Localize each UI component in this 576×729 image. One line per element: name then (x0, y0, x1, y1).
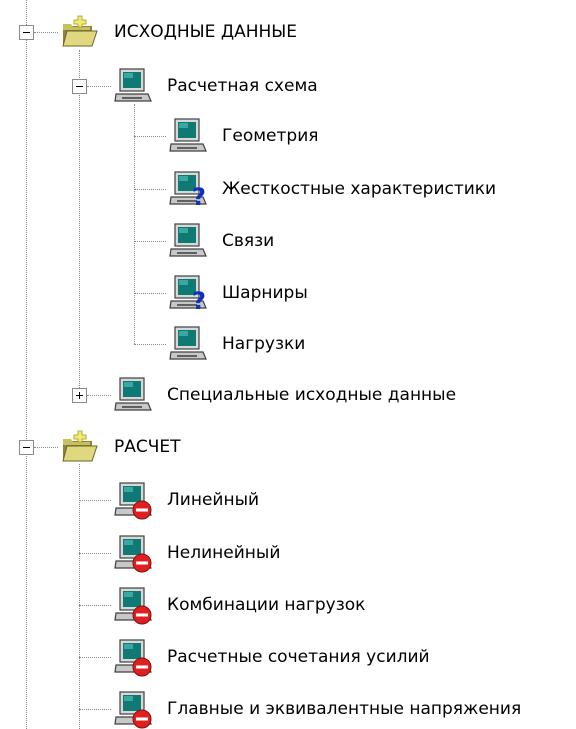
tree-connector (134, 344, 166, 345)
collapse-toggle-source-data[interactable] (19, 25, 34, 40)
computer-stop-icon (114, 535, 152, 573)
tree-node-design-scheme[interactable]: Расчетная схема (113, 66, 318, 106)
tree-node-label: Связи (222, 231, 275, 251)
open-folder-icon (62, 430, 98, 462)
tree-node-label: Жесткостные характеристики (222, 179, 497, 199)
open-folder-icon (62, 15, 98, 47)
tree-connector (79, 709, 111, 710)
tree-connector (134, 241, 166, 242)
tree-node-hinges[interactable]: ? Шарниры (168, 273, 308, 313)
tree-node-stiffness[interactable]: ? Жесткостные характеристики (168, 169, 496, 209)
tree-node-label: ИСХОДНЫЕ ДАННЫЕ (114, 22, 298, 42)
tree-node-label: Главные и эквивалентные напряжения (167, 699, 522, 719)
tree-node-source-data[interactable]: ИСХОДНЫЕ ДАННЫЕ (60, 12, 297, 52)
computer-icon (169, 223, 207, 257)
expand-toggle-special-data[interactable] (72, 388, 87, 403)
tree-connector (79, 553, 111, 554)
tree-node-label: Шарниры (222, 283, 308, 303)
computer-stop-icon (114, 691, 152, 729)
tree-node-label: РАСЧЕТ (114, 437, 181, 457)
tree-node-principal-stresses[interactable]: Главные и эквивалентные напряжения (113, 689, 521, 729)
tree-connector (79, 50, 80, 396)
tree-connector (79, 500, 111, 501)
tree-node-special-data[interactable]: Специальные исходные данные (113, 375, 456, 415)
tree-connector (79, 657, 111, 658)
tree-node-geometry[interactable]: Геометрия (168, 116, 318, 156)
computer-question-icon: ? (169, 171, 207, 209)
tree-connector (134, 293, 166, 294)
tree-node-force-combinations[interactable]: Расчетные сочетания усилий (113, 637, 430, 677)
computer-stop-icon (114, 587, 152, 625)
tree-node-label: Расчетные сочетания усилий (167, 647, 430, 667)
tree-node-label: Геометрия (222, 126, 319, 146)
tree-node-linear[interactable]: Линейный (113, 480, 259, 520)
tree-connector (26, 0, 27, 729)
tree-node-label: Специальные исходные данные (167, 385, 457, 405)
tree-connector (134, 104, 135, 344)
computer-icon (114, 68, 152, 102)
computer-stop-icon (114, 482, 152, 520)
tree-connector (134, 189, 166, 190)
tree-connector (79, 464, 80, 729)
tree-connector (79, 605, 111, 606)
tree-connector (34, 32, 58, 33)
tree-node-loads[interactable]: Нагрузки (168, 324, 305, 364)
tree-node-constraints[interactable]: Связи (168, 221, 274, 261)
svg-text:?: ? (192, 183, 206, 209)
tree-node-label: Нагрузки (222, 334, 306, 354)
computer-question-icon: ? (169, 275, 207, 313)
tree-node-label: Комбинации нагрузок (167, 595, 366, 615)
tree-connector (34, 447, 58, 448)
computer-icon (169, 326, 207, 360)
project-tree: ИСХОДНЫЕ ДАННЫЕ Расчетная схема Геометри… (0, 0, 576, 729)
tree-node-label: Нелинейный (167, 543, 281, 563)
computer-stop-icon (114, 639, 152, 677)
tree-node-label: Линейный (167, 490, 260, 510)
tree-connector (134, 136, 166, 137)
svg-text:?: ? (192, 287, 206, 313)
tree-node-label: Расчетная схема (167, 76, 318, 96)
computer-icon (169, 118, 207, 152)
tree-node-calculation[interactable]: РАСЧЕТ (60, 427, 181, 467)
collapse-toggle-design-scheme[interactable] (72, 79, 87, 94)
tree-connector (87, 86, 111, 87)
computer-icon (114, 377, 152, 411)
tree-connector (87, 395, 111, 396)
collapse-toggle-calculation[interactable] (19, 440, 34, 455)
tree-node-load-combinations[interactable]: Комбинации нагрузок (113, 585, 365, 625)
tree-node-nonlinear[interactable]: Нелинейный (113, 533, 280, 573)
